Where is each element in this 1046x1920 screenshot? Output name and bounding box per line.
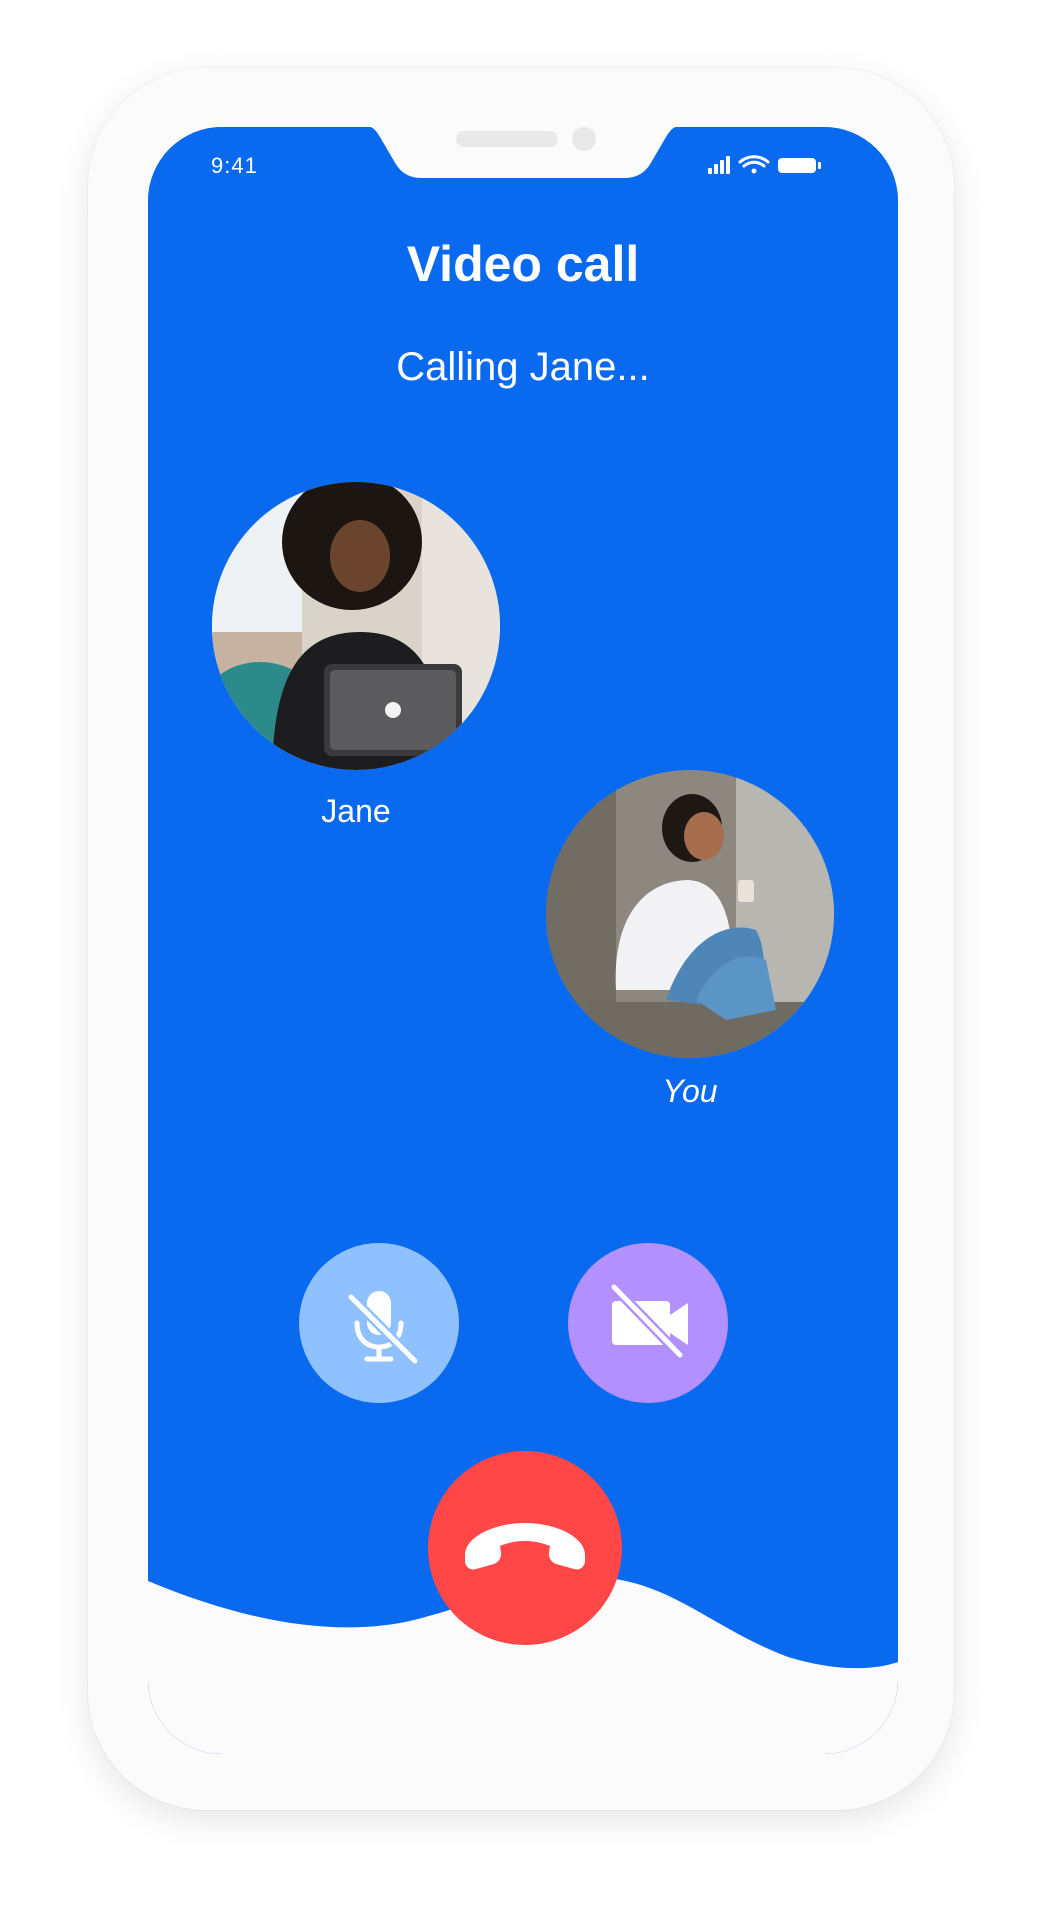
page: 9:41 Video call Calling Jane... Jane You bbox=[0, 0, 1046, 1920]
signal-icon bbox=[708, 156, 730, 174]
status-time: 9:41 bbox=[211, 153, 258, 178]
mic-off-icon bbox=[346, 1291, 420, 1366]
battery-icon bbox=[778, 158, 821, 173]
wifi-icon bbox=[738, 155, 770, 174]
call-screen: 9:41 Video call Calling Jane... Jane You bbox=[148, 127, 898, 1754]
jane-avatar bbox=[212, 482, 500, 770]
end-call-button[interactable] bbox=[428, 1451, 622, 1645]
page-title: Video call bbox=[406, 236, 640, 292]
jane-name: Jane bbox=[321, 793, 391, 829]
video-button[interactable] bbox=[568, 1243, 728, 1403]
speaker-grille bbox=[456, 131, 558, 147]
video-off-icon bbox=[609, 1282, 688, 1360]
you-name: You bbox=[662, 1073, 718, 1109]
status-icons bbox=[708, 155, 821, 174]
phone-hangup-icon bbox=[465, 1523, 585, 1570]
call-status: Calling Jane... bbox=[396, 345, 650, 389]
front-camera bbox=[572, 127, 596, 151]
you-avatar bbox=[546, 770, 834, 1058]
mute-button[interactable] bbox=[299, 1243, 459, 1403]
